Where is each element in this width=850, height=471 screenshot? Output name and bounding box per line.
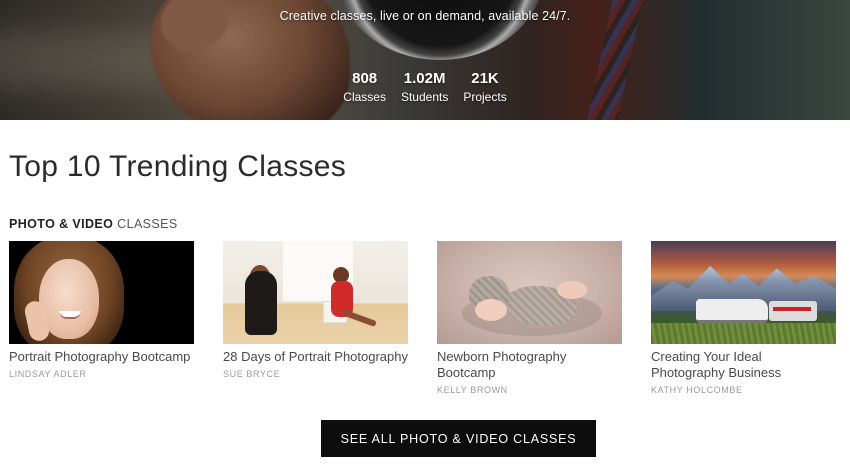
stat-classes: 808 Classes [343,70,386,105]
stat-label: Projects [463,90,507,104]
stat-value: 1.02M [403,70,446,87]
class-author: KATHY HOLCOMBE [651,385,743,395]
category-suffix: CLASSES [113,217,178,231]
class-title[interactable]: Creating Your Ideal Photography Business [651,349,836,381]
class-title[interactable]: 28 Days of Portrait Photography [223,349,408,365]
class-author: LINDSAY ADLER [9,369,87,379]
class-thumbnail[interactable] [9,241,194,344]
stat-value: 808 [352,70,378,87]
stat-students: 1.02M Students [401,70,448,105]
trailer-shape [769,301,817,321]
stat-projects: 21K Projects [463,70,506,105]
hero-banner: Creative classes, live or on demand, ava… [0,0,850,120]
class-card[interactable]: Newborn Photography Bootcamp KELLY BROWN [437,241,622,395]
grass-shape [651,323,836,344]
stat-label: Classes [343,90,386,104]
hero-stats: 808 Classes 1.02M Students 21K Projects [0,70,850,105]
category-heading: PHOTO & VIDEO CLASSES [9,217,178,231]
class-title[interactable]: Portrait Photography Bootcamp [9,349,194,365]
category-name: PHOTO & VIDEO [9,217,114,231]
trailer-stripe [773,307,811,311]
see-all-classes-button[interactable]: SEE ALL PHOTO & VIDEO CLASSES [321,420,596,457]
hero-tagline: Creative classes, live or on demand, ava… [279,9,571,23]
class-author: KELLY BROWN [437,385,508,395]
rv-shape [696,299,768,323]
class-title[interactable]: Newborn Photography Bootcamp [437,349,622,381]
class-card[interactable]: 28 Days of Portrait Photography SUE BRYC… [223,241,408,395]
class-thumbnail[interactable] [437,241,622,344]
baby-foot-shape [557,281,587,299]
section-title: Top 10 Trending Classes [9,150,347,183]
baby-face-shape [475,299,507,321]
class-author: SUE BRYCE [223,369,281,379]
class-thumbnail[interactable] [223,241,408,344]
class-card[interactable]: Portrait Photography Bootcamp LINDSAY AD… [9,241,194,395]
photographer-shape [245,271,277,335]
class-cards: Portrait Photography Bootcamp LINDSAY AD… [9,241,836,395]
class-thumbnail[interactable] [651,241,836,344]
stat-label: Students [400,90,449,104]
class-card[interactable]: Creating Your Ideal Photography Business… [651,241,836,395]
stat-value: 21K [471,70,499,87]
